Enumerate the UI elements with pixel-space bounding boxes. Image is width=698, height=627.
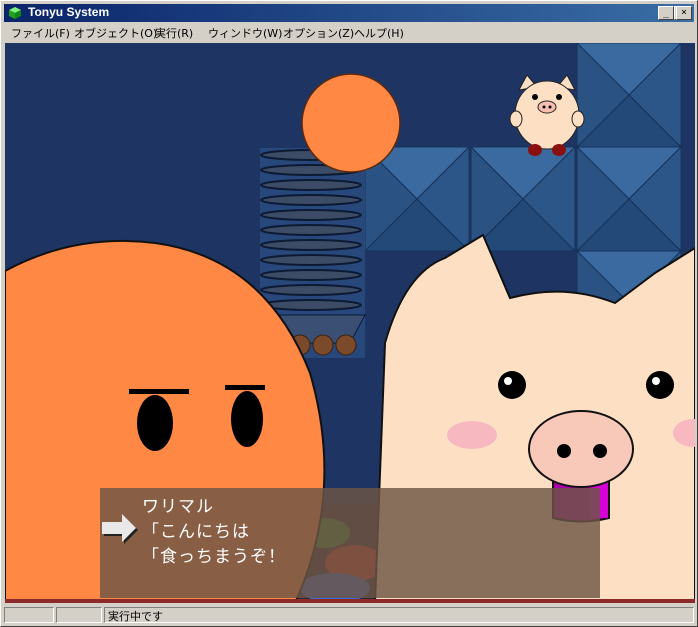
menu-window[interactable]: ウィンドウ(W) [208, 25, 282, 41]
menu-run[interactable]: 実行(R) [155, 25, 193, 41]
game-canvas[interactable]: ワリマル 「こんにちは 「食っちまうぞ！ [5, 43, 695, 603]
small-pig [509, 74, 585, 156]
dialog-line-1: 「こんにちは [142, 522, 250, 542]
tile [575, 145, 683, 253]
status-text: 実行中です [108, 610, 163, 623]
minimize-button[interactable]: _ [658, 6, 674, 20]
tile [575, 43, 683, 149]
status-panel-3 [104, 607, 694, 623]
dialog-box[interactable]: ワリマル 「こんにちは 「食っちまうぞ！ [100, 488, 600, 598]
ground-strip [5, 599, 695, 603]
status-panel-2 [56, 607, 102, 623]
dialog-line-2: 「食っちまうぞ！ [142, 547, 286, 567]
close-button[interactable]: × [676, 6, 692, 20]
dialog-cursor-arrow-icon [102, 514, 138, 544]
menu-option[interactable]: オプション(Z) [283, 25, 354, 41]
title-bar[interactable]: Tonyu System _ □ [4, 4, 694, 22]
menu-help[interactable]: ヘルプ(H) [354, 25, 404, 41]
tile [469, 145, 577, 253]
window-title: Tonyu System [28, 5, 110, 19]
app-cube-icon [9, 7, 21, 19]
status-panel-1 [4, 607, 54, 623]
orange-ball [301, 73, 401, 173]
menu-bar: ファイル(F) オブジェクト(O) 実行(R) ウィンドウ(W) オプション(Z… [4, 23, 694, 41]
dialog-speaker: ワリマル [142, 497, 214, 517]
menu-object[interactable]: オブジェクト(O) [74, 25, 157, 41]
menu-file[interactable]: ファイル(F) [11, 25, 70, 41]
status-bar: 実行中です [4, 605, 696, 625]
tonyu-window: Tonyu System _ □ × ファイル(F) オブジェクト(O) 実行(… [0, 0, 698, 627]
